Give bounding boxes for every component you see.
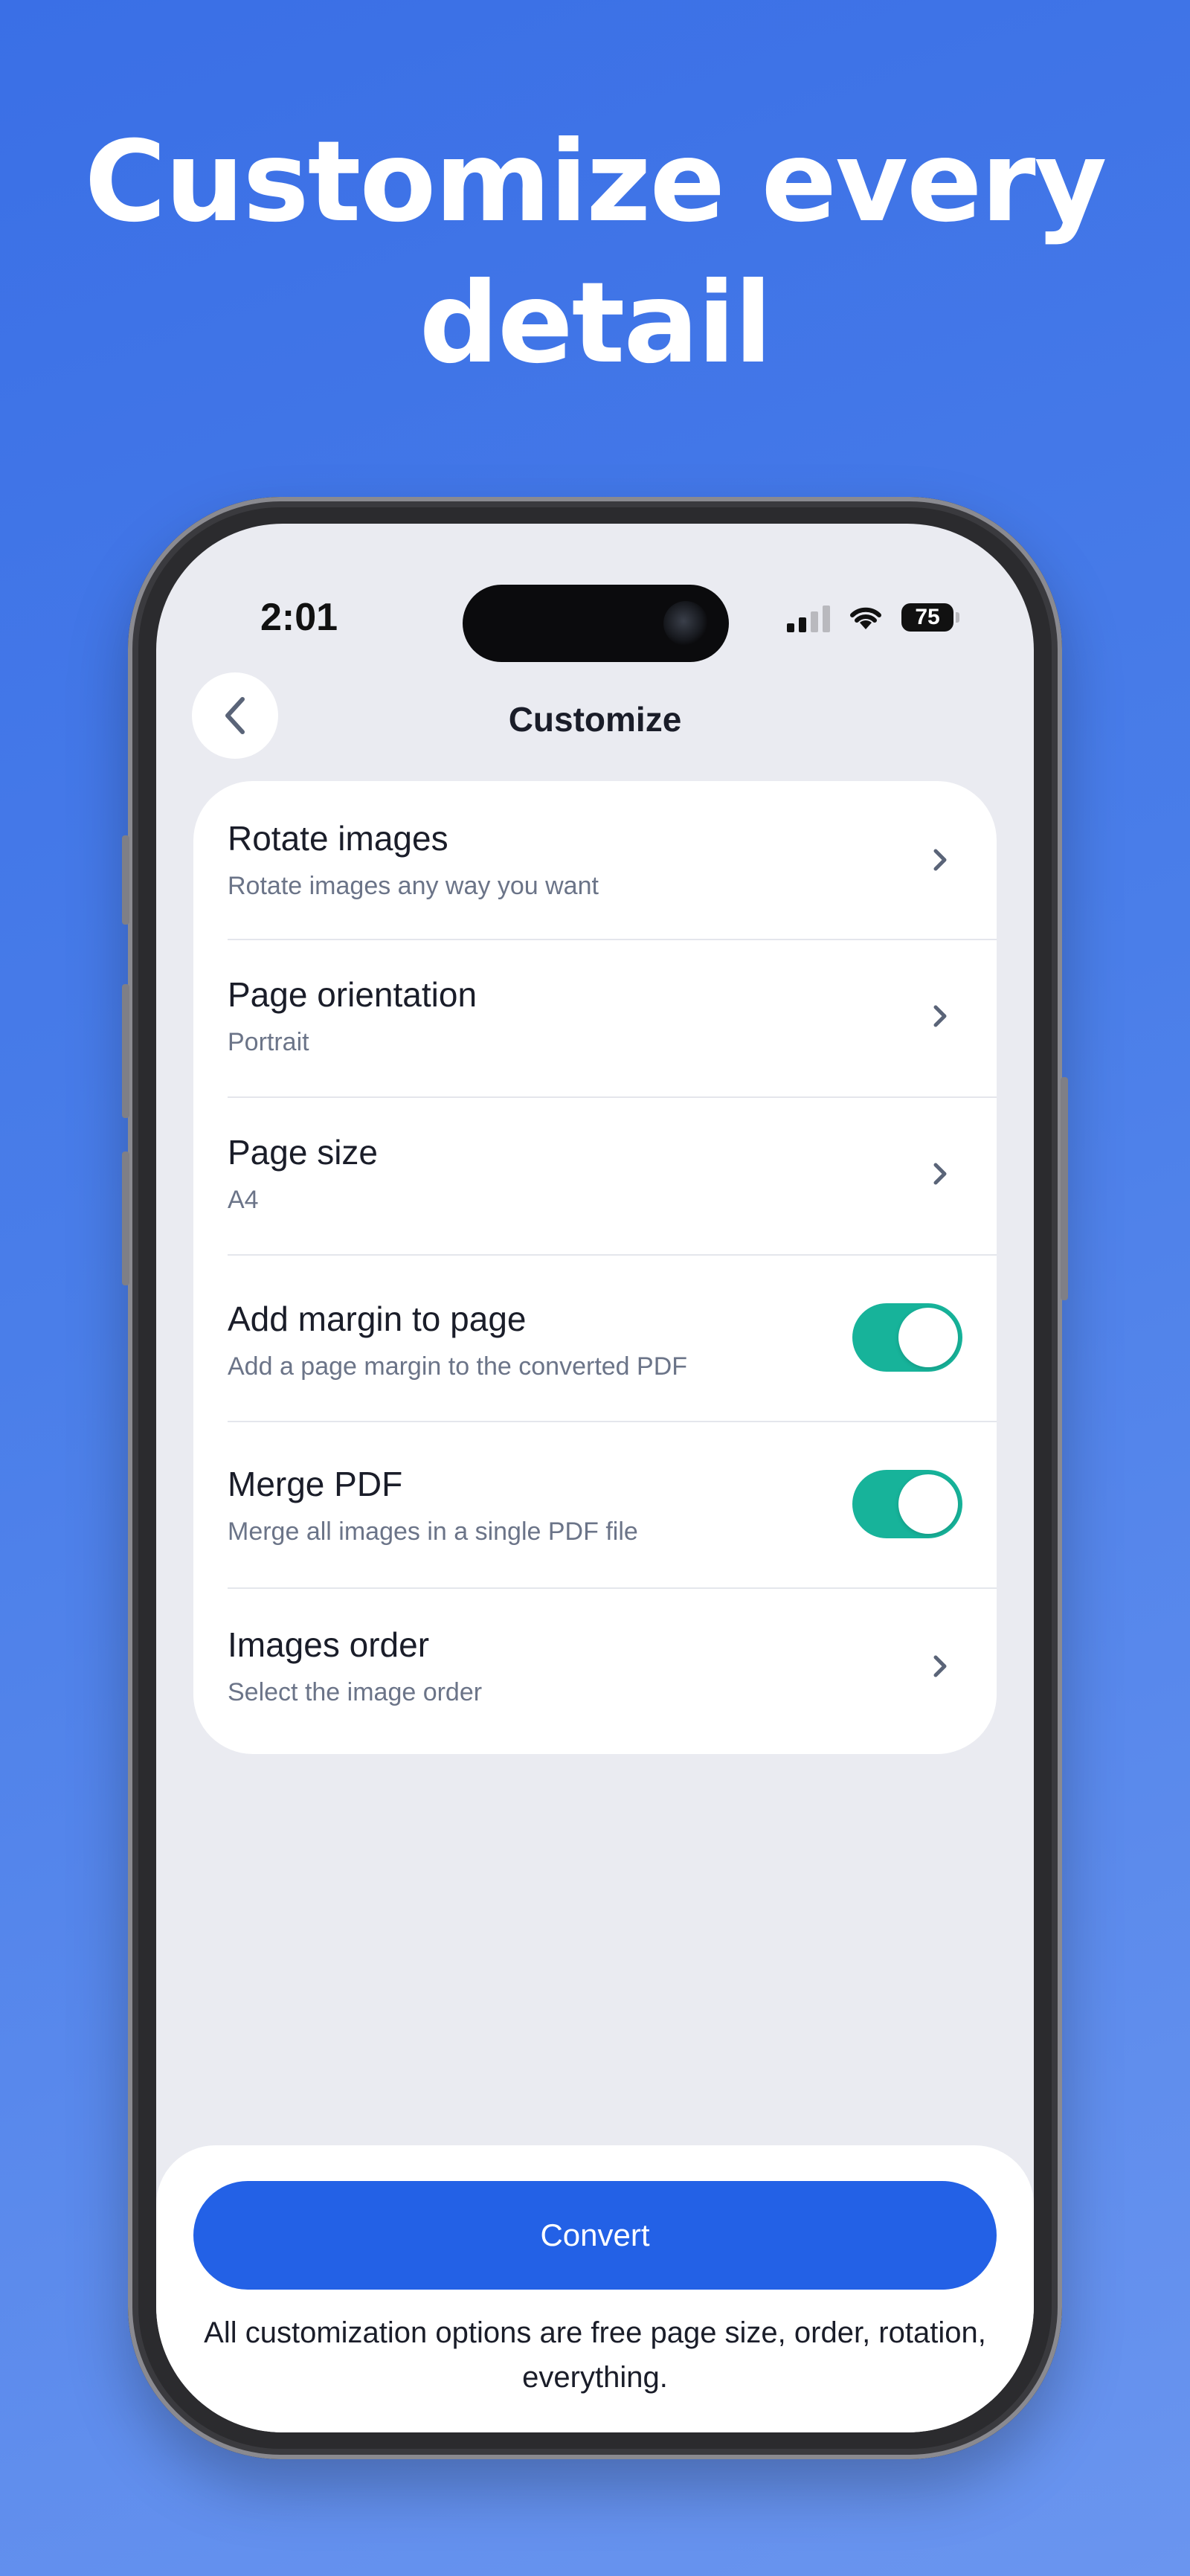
toggle-knob — [898, 1474, 958, 1534]
setting-subtitle: Rotate images any way you want — [228, 872, 599, 900]
setting-title: Add margin to page — [228, 1300, 527, 1338]
setting-subtitle: Merge all images in a single PDF file — [228, 1517, 638, 1546]
setting-title: Merge PDF — [228, 1465, 403, 1503]
merge-pdf-toggle[interactable] — [852, 1470, 962, 1538]
headline-line-2: detail — [419, 259, 773, 388]
chevron-right-icon — [933, 1655, 947, 1677]
status-icons: 75 — [787, 595, 959, 640]
headline-line-1: Customize every — [84, 118, 1107, 247]
setting-subtitle: Add a page margin to the converted PDF — [228, 1352, 688, 1381]
battery-icon: 75 — [901, 603, 959, 632]
signal-icon — [787, 603, 830, 632]
setting-title: Page size — [228, 1133, 379, 1172]
setting-subtitle: A4 — [228, 1186, 259, 1214]
battery-level: 75 — [915, 605, 940, 629]
setting-add-margin: Add margin to page Add a page margin to … — [228, 1256, 962, 1419]
chevron-right-icon — [933, 1163, 947, 1185]
phone-frame: 2:01 75 Customize Rotate images Rotate i… — [122, 497, 1068, 2459]
setting-merge-pdf: Merge PDF Merge all images in a single P… — [228, 1422, 962, 1586]
setting-title: Images order — [228, 1625, 430, 1664]
dynamic-island — [463, 585, 729, 662]
add-margin-toggle[interactable] — [852, 1303, 962, 1372]
setting-title: Rotate images — [228, 819, 448, 858]
volume-up-button — [122, 984, 129, 1118]
volume-down-button — [122, 1152, 129, 1285]
camera-icon — [663, 601, 708, 646]
setting-images-order[interactable]: Images order Select the image order — [228, 1589, 962, 1754]
convert-button[interactable]: Convert — [193, 2181, 997, 2290]
status-time: 2:01 — [260, 596, 338, 639]
setting-subtitle: Select the image order — [228, 1678, 483, 1706]
setting-subtitle: Portrait — [228, 1028, 309, 1056]
bottom-sheet: Convert All customization options are fr… — [156, 2145, 1034, 2432]
setting-rotate-images[interactable]: Rotate images Rotate images any way you … — [228, 781, 962, 937]
power-button — [1061, 1077, 1068, 1300]
toggle-knob — [898, 1308, 958, 1367]
page-title: Customize — [508, 700, 682, 739]
settings-card: Rotate images Rotate images any way you … — [193, 781, 997, 1754]
setting-page-orientation[interactable]: Page orientation Portrait — [228, 940, 962, 1096]
wifi-icon — [850, 607, 881, 629]
action-button — [122, 835, 129, 925]
footnote-text: All customization options are free page … — [204, 2316, 986, 2394]
app-screen: 2:01 75 Customize Rotate images Rotate i… — [156, 524, 1034, 2432]
setting-title: Page orientation — [228, 975, 477, 1014]
setting-page-size[interactable]: Page size A4 — [228, 1098, 962, 1254]
chevron-right-icon — [933, 849, 947, 871]
marketing-headline: Customize every detail — [0, 112, 1190, 394]
chevron-right-icon — [933, 1005, 947, 1027]
